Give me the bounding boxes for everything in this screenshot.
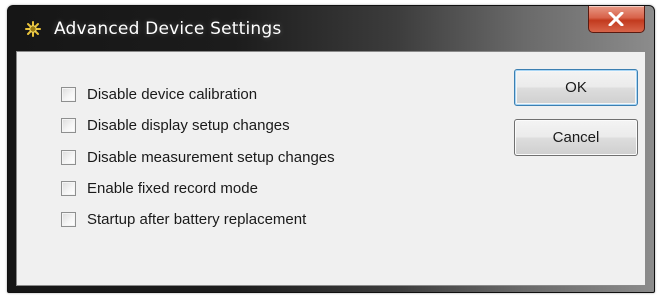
dialog-window: Advanced Device Settings Disable device … (7, 5, 655, 293)
dialog-body: Disable device calibration Disable displ… (16, 51, 646, 286)
option-disable-display-setup-changes[interactable]: Disable display setup changes (61, 115, 290, 135)
title-bar[interactable]: Advanced Device Settings (8, 6, 654, 51)
option-label: Startup after battery replacement (87, 210, 307, 228)
close-button[interactable] (588, 6, 645, 33)
close-icon (608, 12, 624, 26)
option-startup-after-battery-replacement[interactable]: Startup after battery replacement (61, 209, 306, 229)
checkbox[interactable] (61, 117, 76, 133)
ok-button[interactable]: OK (514, 69, 638, 106)
option-disable-measurement-setup-changes[interactable]: Disable measurement setup changes (61, 147, 335, 167)
option-label: Disable device calibration (87, 85, 258, 103)
option-disable-device-calibration[interactable]: Disable device calibration (61, 84, 257, 104)
checkbox[interactable] (61, 86, 76, 102)
option-label: Enable fixed record mode (87, 179, 258, 197)
option-enable-fixed-record-mode[interactable]: Enable fixed record mode (61, 178, 258, 198)
checkbox[interactable] (61, 149, 76, 165)
option-label: Disable display setup changes (87, 116, 290, 134)
checkbox[interactable] (61, 180, 76, 196)
checkbox[interactable] (61, 211, 76, 227)
window-title: Advanced Device Settings (54, 19, 282, 39)
device-settings-icon (24, 20, 42, 38)
option-label: Disable measurement setup changes (87, 148, 335, 166)
cancel-button[interactable]: Cancel (514, 119, 638, 156)
